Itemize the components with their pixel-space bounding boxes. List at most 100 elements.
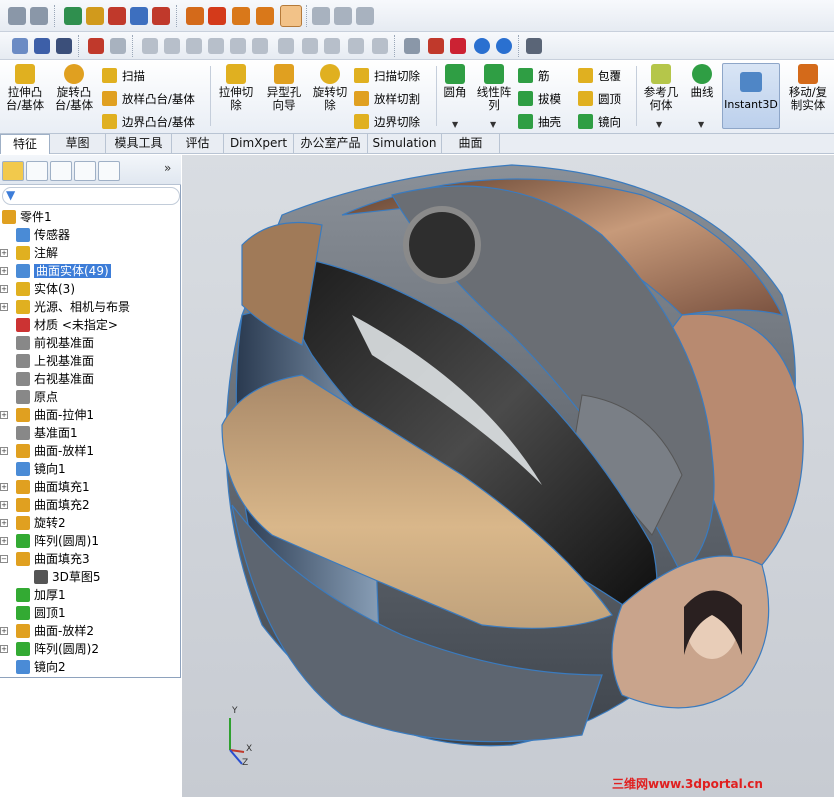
tree-item[interactable]: 材质 <未指定> [16, 316, 118, 334]
extrude-cut-button[interactable]: 拉伸切 除 [214, 64, 258, 112]
curves-button[interactable]: 曲线 [686, 64, 718, 99]
tree-expand-toggle-icon[interactable]: + [0, 501, 8, 509]
options-icon[interactable] [526, 38, 542, 54]
display-manager-tab-icon[interactable] [98, 161, 120, 181]
align-tool-icon[interactable] [186, 38, 202, 54]
reference-geometry-button[interactable]: 参考几 何体 [640, 64, 682, 112]
rebuild-icon[interactable] [86, 7, 104, 25]
appearance-icon[interactable] [88, 38, 104, 54]
revolve-cut-button[interactable]: 旋转切 除 [308, 64, 352, 112]
tree-expand-toggle-icon[interactable]: + [0, 249, 8, 257]
tree-expand-toggle-icon[interactable]: + [0, 645, 8, 653]
info-icon[interactable] [496, 38, 512, 54]
tab-dimxpert[interactable]: DimXpert [224, 134, 294, 154]
tree-item[interactable]: + 旋转2 [0, 514, 66, 532]
extrude-boss-button[interactable]: 拉伸凸 台/基体 [4, 64, 46, 112]
tab-mold-tools[interactable]: 模具工具 [106, 134, 172, 154]
loft-cut-button[interactable]: 放样切割 [354, 91, 420, 106]
sketch-tool-icon[interactable] [8, 7, 26, 25]
tab-simulation[interactable]: Simulation [368, 134, 442, 154]
fillet-dropdown-icon[interactable]: ▼ [452, 120, 458, 129]
tree-item[interactable]: 基准面1 [16, 424, 78, 442]
tree-item[interactable]: 上视基准面 [16, 352, 94, 370]
frame-tool-icon[interactable] [372, 38, 388, 54]
export-icon[interactable] [312, 7, 330, 25]
scissors-icon[interactable] [428, 38, 444, 54]
tree-expand-toggle-icon[interactable]: + [0, 411, 8, 419]
tree-item[interactable]: 镜向1 [16, 460, 66, 478]
tree-expand-toggle-icon[interactable]: − [0, 555, 8, 563]
open-icon[interactable] [34, 38, 50, 54]
tree-item[interactable]: + 曲面-放样2 [0, 622, 94, 640]
tree-item[interactable]: − 曲面填充3 [0, 550, 90, 568]
sweep-cut-button[interactable]: 扫描切除 [354, 68, 420, 83]
hole-wizard-button[interactable]: 异型孔 向导 [262, 64, 306, 112]
tree-expand-toggle-icon[interactable]: + [0, 483, 8, 491]
dome-button[interactable]: 圆顶 [578, 91, 621, 106]
tree-expand-toggle-icon[interactable]: + [0, 519, 8, 527]
sweep-button[interactable]: 扫描 [102, 68, 145, 83]
matrix-tool-icon[interactable] [302, 38, 318, 54]
camera-icon[interactable] [404, 38, 420, 54]
tree-root-part[interactable]: 零件1 [2, 208, 52, 226]
boundary-boss-button[interactable]: 边界凸台/基体 [102, 114, 195, 129]
tree-item[interactable]: 前视基准面 [16, 334, 94, 352]
rotate-body-icon[interactable] [152, 7, 170, 25]
tree-item[interactable]: + 曲面实体(49) [0, 262, 111, 280]
tab-features[interactable]: 特征 [0, 134, 50, 154]
stack-tool-icon[interactable] [348, 38, 364, 54]
tab-office-products[interactable]: 办公室产品 [294, 134, 368, 154]
up-arrow-icon[interactable] [108, 7, 126, 25]
loft-boss-button[interactable]: 放样凸台/基体 [102, 91, 195, 106]
tree-item[interactable]: + 注解 [0, 244, 58, 262]
tree-expand-toggle-icon[interactable]: + [0, 537, 8, 545]
line-tool-icon[interactable] [142, 38, 158, 54]
move-face-icon[interactable] [280, 5, 302, 27]
tree-item[interactable]: 3D草图5 [34, 568, 101, 586]
view-orient-icon[interactable] [64, 7, 82, 25]
search-icon[interactable] [474, 38, 490, 54]
save-icon[interactable] [56, 38, 72, 54]
tab-evaluate[interactable]: 评估 [172, 134, 224, 154]
grid-tool-icon[interactable] [164, 38, 180, 54]
flex-icon[interactable] [130, 7, 148, 25]
new-icon[interactable] [12, 38, 28, 54]
tree-item[interactable]: 右视基准面 [16, 370, 94, 388]
table-tool-icon[interactable] [252, 38, 268, 54]
cube-gray-icon[interactable] [356, 7, 374, 25]
tree-item[interactable]: + 曲面填充1 [0, 478, 90, 496]
curves-dropdown-icon[interactable]: ▼ [698, 120, 704, 129]
feature-tree-tab-icon[interactable] [2, 161, 24, 181]
expand-panel-icon[interactable]: » [164, 161, 171, 175]
tree-expand-toggle-icon[interactable]: + [0, 285, 8, 293]
tree-item[interactable]: 传感器 [16, 226, 70, 244]
cone-icon[interactable] [208, 7, 226, 25]
tree-item[interactable]: + 阵列(圆周)1 [0, 532, 99, 550]
tree-item[interactable]: + 光源、相机与布景 [0, 298, 130, 316]
tee-tool-icon[interactable] [324, 38, 340, 54]
magnet-icon[interactable] [450, 38, 466, 54]
configuration-tab-icon[interactable] [50, 161, 72, 181]
shell-button[interactable]: 抽壳 [518, 114, 561, 129]
tab-sketch[interactable]: 草图 [50, 134, 106, 154]
dimxpert-tab-icon[interactable] [74, 161, 96, 181]
section-icon[interactable] [110, 38, 126, 54]
mirror-button[interactable]: 镜向 [578, 114, 621, 129]
fillet-button[interactable]: 圆角 [440, 64, 470, 99]
tree-item[interactable]: + 实体(3) [0, 280, 75, 298]
column-tool-icon[interactable] [230, 38, 246, 54]
tags-icon[interactable] [256, 7, 274, 25]
tree-item[interactable]: 圆顶1 [16, 604, 66, 622]
filter-input[interactable]: ▼ [2, 187, 180, 205]
tree-item[interactable]: 原点 [16, 388, 58, 406]
tree-item[interactable]: + 阵列(圆周)2 [0, 640, 99, 658]
linear-pattern-dropdown-icon[interactable]: ▼ [490, 120, 496, 129]
flag-icon[interactable] [334, 7, 352, 25]
bars-tool-icon[interactable] [208, 38, 224, 54]
tree-expand-toggle-icon[interactable]: + [0, 303, 8, 311]
reference-geometry-dropdown-icon[interactable]: ▼ [656, 120, 662, 129]
rib-button[interactable]: 筋 [518, 68, 550, 83]
tree-item[interactable]: + 曲面-放样1 [0, 442, 94, 460]
property-manager-tab-icon[interactable] [26, 161, 48, 181]
boundary-cut-button[interactable]: 边界切除 [354, 114, 420, 129]
